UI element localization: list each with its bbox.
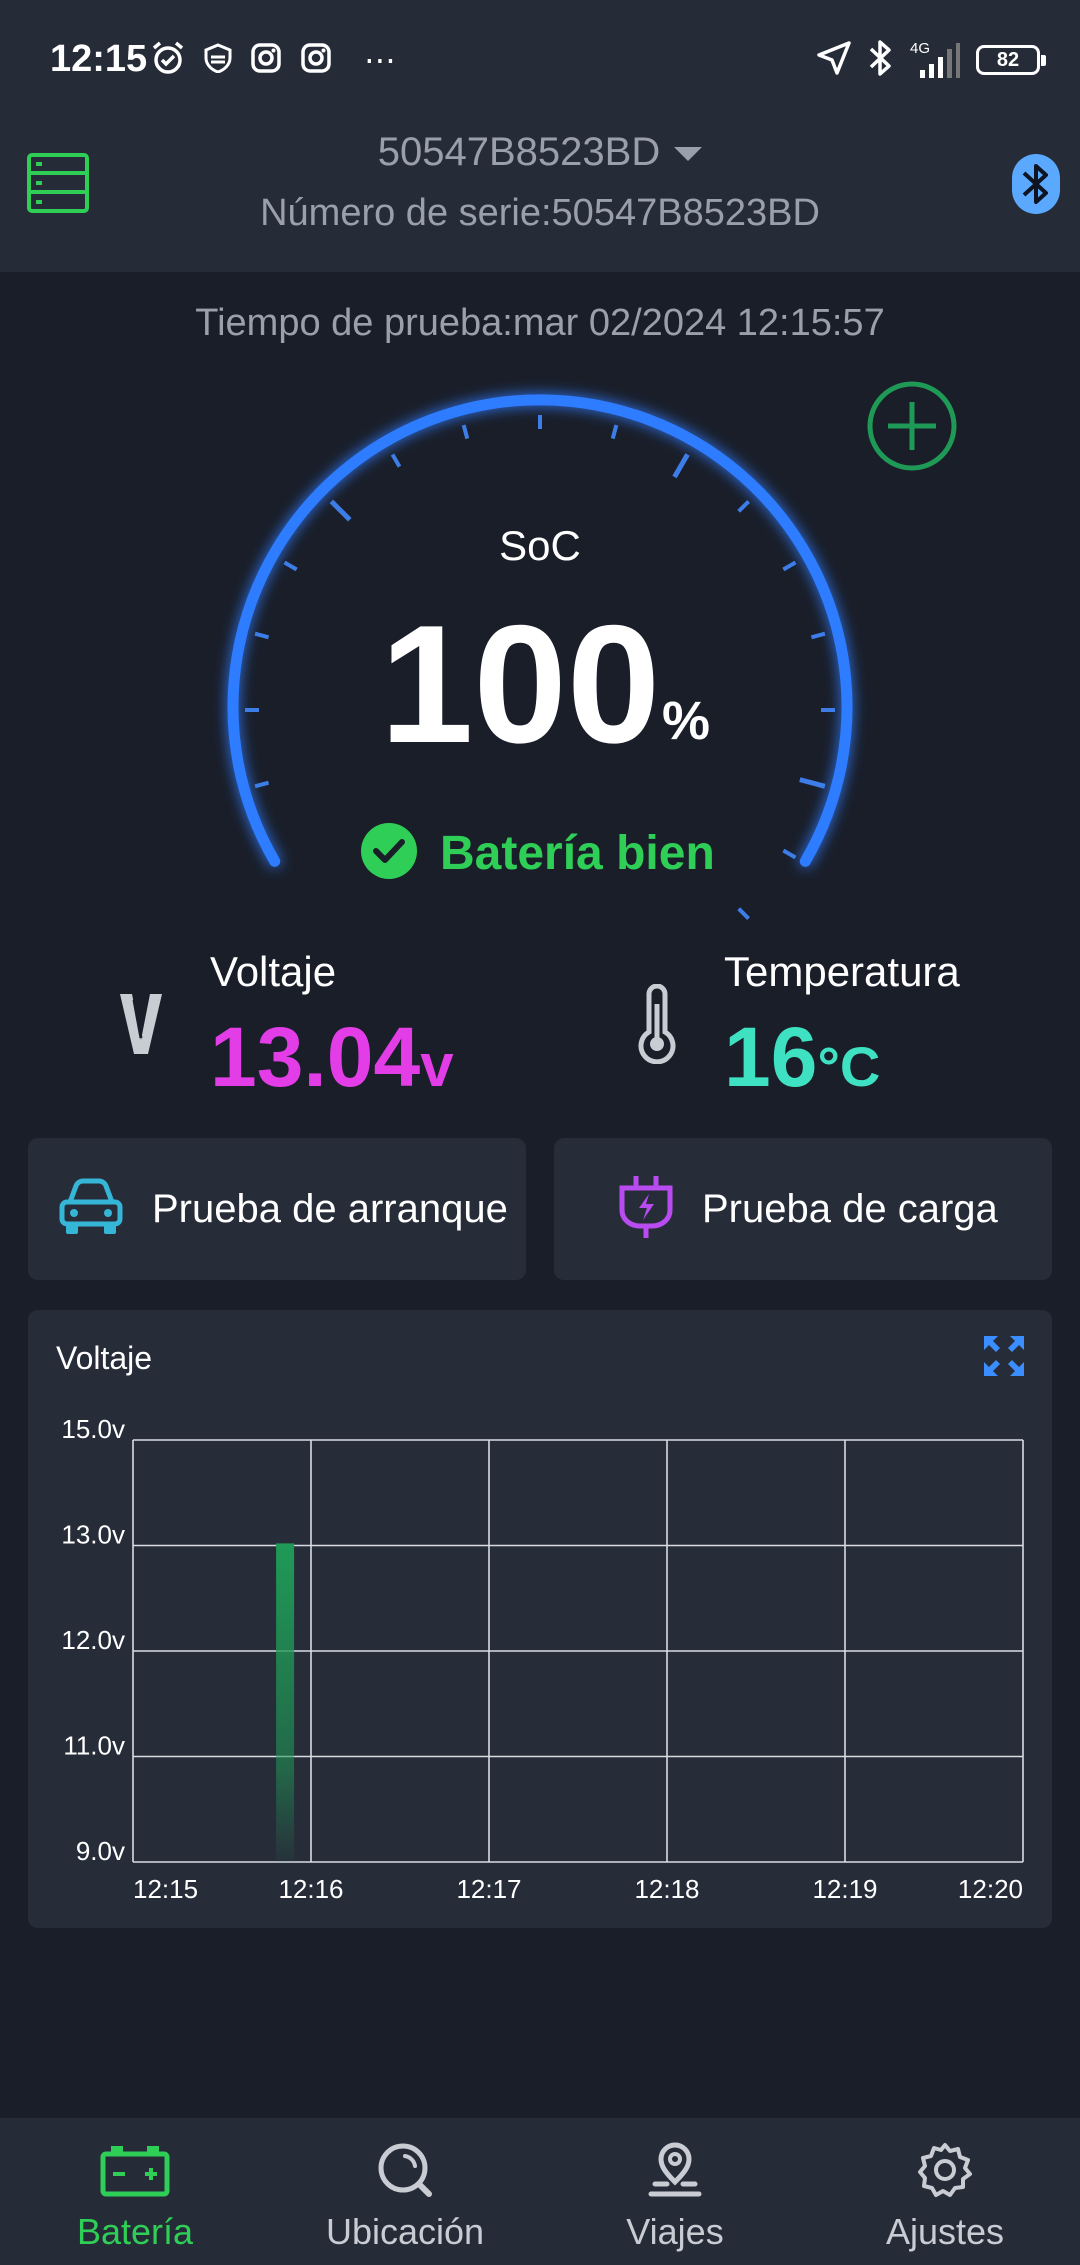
gauge-tick — [737, 907, 751, 920]
location-pin-icon — [645, 2142, 705, 2203]
temperature-unit: °C — [817, 1035, 881, 1098]
status-notification-icons: ⋯ — [150, 40, 399, 80]
chevron-down-icon — [674, 147, 703, 162]
chart-x-tick: 12:15 — [133, 1874, 198, 1904]
nav-label: Ajustes — [885, 2211, 1005, 2252]
nav-item-bateria[interactable]: Batería — [0, 2118, 270, 2265]
chart-x-tick: 12:18 — [634, 1874, 699, 1904]
gauge-tick — [810, 631, 826, 640]
nav-label: Batería — [76, 2211, 194, 2252]
bottom-nav: Batería Ubicación Viajes Ajustes — [0, 2118, 1080, 2265]
chart-x-tick: 12:19 — [812, 1874, 877, 1904]
battery-status-text: Batería bien — [440, 827, 715, 880]
gauge-tick — [329, 499, 352, 522]
check-circle-icon — [360, 822, 418, 885]
chart-bar — [276, 1543, 295, 1862]
crank-test-label: Prueba de arranque — [152, 1186, 508, 1231]
temperature-value: 16 — [724, 1010, 818, 1104]
car-icon — [56, 1178, 126, 1241]
chart-y-tick: 11.0v — [63, 1731, 125, 1761]
bluetooth-status-icon — [868, 39, 894, 82]
gauge-tick — [799, 777, 826, 789]
status-bar: 12:15 ⋯ 4G 82 — [0, 0, 1080, 120]
soc-value: 100 — [380, 590, 661, 778]
chart-y-tick: 15.0v — [61, 1414, 125, 1444]
search-icon — [375, 2142, 435, 2203]
battery-percent: 82 — [996, 48, 1020, 71]
voltage-value: 13.04 — [210, 1010, 421, 1104]
test-time: Tiempo de prueba:mar 02/2024 12:15:57 — [195, 302, 885, 344]
charge-test-button[interactable]: Prueba de carga — [554, 1138, 1052, 1280]
bluetooth-icon[interactable] — [1012, 154, 1060, 219]
gauge-tick — [782, 848, 797, 860]
voltage-icon — [114, 990, 168, 1065]
instagram-icon — [300, 42, 332, 79]
soc-unit: % — [662, 691, 711, 751]
thermometer-icon — [632, 983, 682, 1069]
chart-x-tick: 12:16 — [278, 1874, 343, 1904]
voltage-chart: 15.0v 13.0v 12.0v 11.0v 9.0v 12:15 12:16 12:17… — [61, 1414, 1024, 1904]
chart-y-tick: 12.0v — [61, 1625, 125, 1655]
status-time: 12:15 — [50, 38, 148, 80]
more-notifications-icon: ⋯ — [364, 42, 399, 78]
nav-item-ubicacion[interactable]: Ubicación — [270, 2118, 540, 2265]
voltage-chart-card: Voltaje 15.0v 13.0v 12.0v 11.0v 9.0v 12:15 12… — [28, 1310, 1052, 1928]
soc-label: SoC — [499, 522, 581, 569]
serial-number: Número de serie:50547B8523BD — [260, 192, 820, 234]
device-selector[interactable]: 50547B8523BD — [0, 130, 1080, 175]
gauge-tick — [390, 453, 402, 468]
charge-test-label: Prueba de carga — [702, 1186, 998, 1231]
nav-item-viajes[interactable]: Viajes — [540, 2118, 810, 2265]
app-header: 50547B8523BD Número de serie:50547B8523B… — [0, 120, 1080, 272]
gauge-tick — [672, 453, 690, 479]
nav-item-ajustes[interactable]: Ajustes — [810, 2118, 1080, 2265]
status-system-icons: 4G 82 — [816, 38, 1046, 82]
voltage-label: Voltaje — [210, 948, 337, 995]
voltage-reading: 13.04v — [210, 1015, 454, 1099]
plug-icon — [616, 1174, 676, 1245]
battery-status: Batería bien — [360, 822, 715, 885]
alarm-icon — [150, 40, 186, 81]
instagram-icon — [250, 42, 282, 79]
navigation-arrow-icon — [816, 40, 852, 81]
battery-level-icon: 82 — [976, 45, 1046, 75]
chart-x-tick: 12:20 — [958, 1874, 1023, 1904]
voltage-unit: v — [420, 1032, 454, 1099]
nav-label: Ubicación — [325, 2211, 485, 2252]
gauge-tick — [254, 631, 270, 640]
gauge-tick — [610, 424, 619, 440]
signal-icon: 4G — [910, 40, 960, 80]
shield-icon — [204, 42, 232, 78]
gauge-tick — [737, 499, 751, 513]
chart-y-tick: 9.0v — [76, 1836, 125, 1866]
gear-icon — [917, 2142, 973, 2203]
nav-label: Viajes — [626, 2211, 724, 2252]
chart-y-tick: 13.0v — [61, 1520, 125, 1550]
add-button[interactable] — [866, 380, 958, 477]
chart-x-tick: 12:17 — [456, 1874, 521, 1904]
battery-icon — [99, 2142, 171, 2203]
gauge-tick — [254, 780, 270, 789]
temperature-reading: 16°C — [724, 1015, 880, 1099]
temperature-label: Temperatura — [724, 948, 960, 995]
gauge-tick — [461, 424, 470, 440]
device-name: 50547B8523BD — [377, 130, 661, 174]
crank-test-button[interactable]: Prueba de arranque — [28, 1138, 526, 1280]
